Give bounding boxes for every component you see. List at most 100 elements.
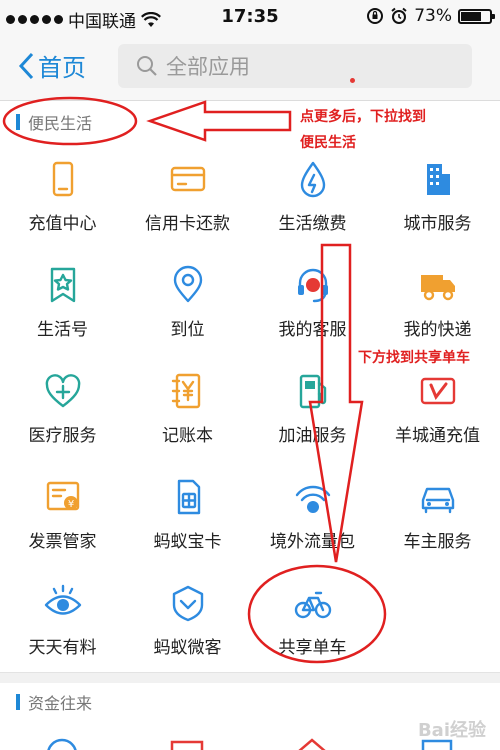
service-label: 蚂蚁微客	[153, 638, 222, 658]
bicycle-icon	[294, 591, 331, 619]
service-item-utility-drop[interactable]: 生活缴费	[250, 145, 375, 251]
service-label: 发票管家	[28, 532, 97, 552]
service-icon	[168, 265, 208, 305]
service-icon	[43, 583, 83, 623]
service-label: 羊城通充值	[395, 426, 480, 446]
watermark: Bai经验	[417, 720, 486, 741]
service-label: 境外流量包	[270, 532, 355, 552]
service-item-ant-shield[interactable]: 蚂蚁微客	[125, 569, 250, 675]
service-icon	[418, 477, 458, 517]
service-label: 生活号	[37, 320, 88, 340]
service-icon	[43, 159, 83, 199]
status-right: 73%	[366, 6, 495, 26]
service-label: 我的客服	[278, 320, 347, 340]
service-icon	[168, 477, 208, 517]
service-icon	[293, 371, 333, 411]
back-button[interactable]: 首页	[18, 48, 86, 83]
service-label: 信用卡还款	[145, 214, 230, 234]
service-icon	[293, 159, 333, 199]
annotation-line: 点更多后，下拉找到	[300, 109, 426, 125]
section-header-convenience: 便民生活	[16, 110, 92, 134]
delivery-truck-icon	[420, 275, 455, 301]
back-label: 首页	[38, 54, 86, 82]
service-item-yangchengtong-card[interactable]: 羊城通充值	[375, 357, 500, 463]
ant-shield-icon	[172, 585, 203, 622]
service-item-headset[interactable]: 我的客服	[250, 251, 375, 357]
service-item-eye-target[interactable]: 天天有料	[0, 569, 125, 675]
service-item-bookmark-star[interactable]: 生活号	[0, 251, 125, 357]
service-item-credit-card[interactable]: 信用卡还款	[125, 145, 250, 251]
service-item-medical-heart[interactable]: 医疗服务	[0, 357, 125, 463]
service-item-fuel-pump[interactable]: 加油服务	[250, 357, 375, 463]
grid-row: 生活号 到位 我的客服 我的快递	[0, 251, 500, 357]
service-icon	[43, 265, 83, 305]
grid-row: 医疗服务 记账本 加油服务 羊城通充值	[0, 357, 500, 463]
service-item-city-building[interactable]: 城市服务	[375, 145, 500, 251]
status-bar: 中国联通 17:35 73%	[0, 0, 500, 34]
annotation-line: 便民生活	[300, 135, 356, 151]
navigation-bar: 首页 全部应用	[0, 34, 500, 101]
car-icon	[421, 487, 454, 514]
service-icon	[168, 159, 208, 199]
service-item-globe-wifi[interactable]: 境外流量包	[250, 463, 375, 569]
service-item-car[interactable]: 车主服务	[375, 463, 500, 569]
service-label: 到位	[170, 320, 205, 340]
grid-row: ¥ 发票管家 蚂蚁宝卡 境外流量包 车主服务	[0, 463, 500, 569]
service-label: 医疗服务	[28, 426, 97, 446]
search-icon	[137, 56, 157, 76]
annotation-note-1: 点更多后，下拉找到 便民生活	[300, 104, 426, 156]
grid-row: 天天有料 蚂蚁微客 共享单车	[0, 569, 500, 675]
alarm-icon	[391, 7, 407, 24]
service-icon	[293, 477, 333, 517]
svg-text:¥: ¥	[67, 499, 73, 510]
orientation-lock-icon	[367, 8, 384, 24]
city-building-icon	[426, 164, 450, 195]
fuel-pump-icon	[299, 374, 326, 409]
service-label: 天天有料	[28, 638, 97, 658]
section-header-funds: 资金往来	[16, 690, 92, 714]
search-placeholder: 全部应用	[166, 55, 250, 79]
service-label: 我的快递	[403, 320, 472, 340]
bookmark-star-icon	[50, 267, 75, 303]
search-input[interactable]: 全部应用	[118, 44, 472, 88]
service-item-ledger-yen[interactable]: 记账本	[125, 357, 250, 463]
service-item-delivery-truck[interactable]: 我的快递	[375, 251, 500, 357]
location-pin-icon	[173, 265, 202, 303]
medical-heart-icon	[45, 374, 80, 408]
service-icon: ¥	[43, 477, 83, 517]
red-marker-dot	[350, 78, 355, 83]
ledger-yen-icon	[171, 373, 200, 409]
sim-card-icon	[177, 479, 200, 515]
section-title: 便民生活	[28, 114, 93, 133]
service-grid: 充值中心 信用卡还款 生活缴费 城市服务生活号 到位 我的客服 我的快递医疗服务 记账本 加油服…	[0, 145, 500, 675]
service-item-location-pin[interactable]: 到位	[125, 251, 250, 357]
service-icon	[418, 159, 458, 199]
utility-drop-icon	[300, 161, 325, 198]
service-label: 共享单车	[278, 638, 347, 658]
headset-icon	[297, 268, 328, 303]
service-label: 城市服务	[403, 214, 472, 234]
service-label: 生活缴费	[278, 214, 347, 234]
eye-target-icon	[44, 584, 81, 615]
service-item-bicycle[interactable]: 共享单车	[250, 569, 375, 675]
invoice-icon: ¥	[46, 481, 79, 511]
service-item-sim-card[interactable]: 蚂蚁宝卡	[125, 463, 250, 569]
grid-row: 充值中心 信用卡还款 生活缴费 城市服务	[0, 145, 500, 251]
service-icon	[293, 583, 333, 623]
service-label: 蚂蚁宝卡	[153, 532, 222, 552]
service-icon	[418, 371, 458, 411]
service-item-phone[interactable]: 充值中心	[0, 145, 125, 251]
service-label: 充值中心	[28, 214, 97, 234]
globe-wifi-icon	[295, 485, 330, 513]
service-item-invoice[interactable]: ¥ 发票管家	[0, 463, 125, 569]
phone-icon	[52, 161, 73, 197]
service-icon	[168, 583, 208, 623]
chevron-left-icon	[18, 52, 34, 79]
service-label: 记账本	[162, 426, 213, 446]
service-label: 加油服务	[278, 426, 347, 446]
section-divider	[0, 672, 500, 683]
annotation-note-2: 下方找到共享单车	[358, 350, 470, 366]
battery-percent: 73%	[414, 6, 452, 26]
battery-icon	[458, 8, 495, 24]
service-icon	[43, 371, 83, 411]
